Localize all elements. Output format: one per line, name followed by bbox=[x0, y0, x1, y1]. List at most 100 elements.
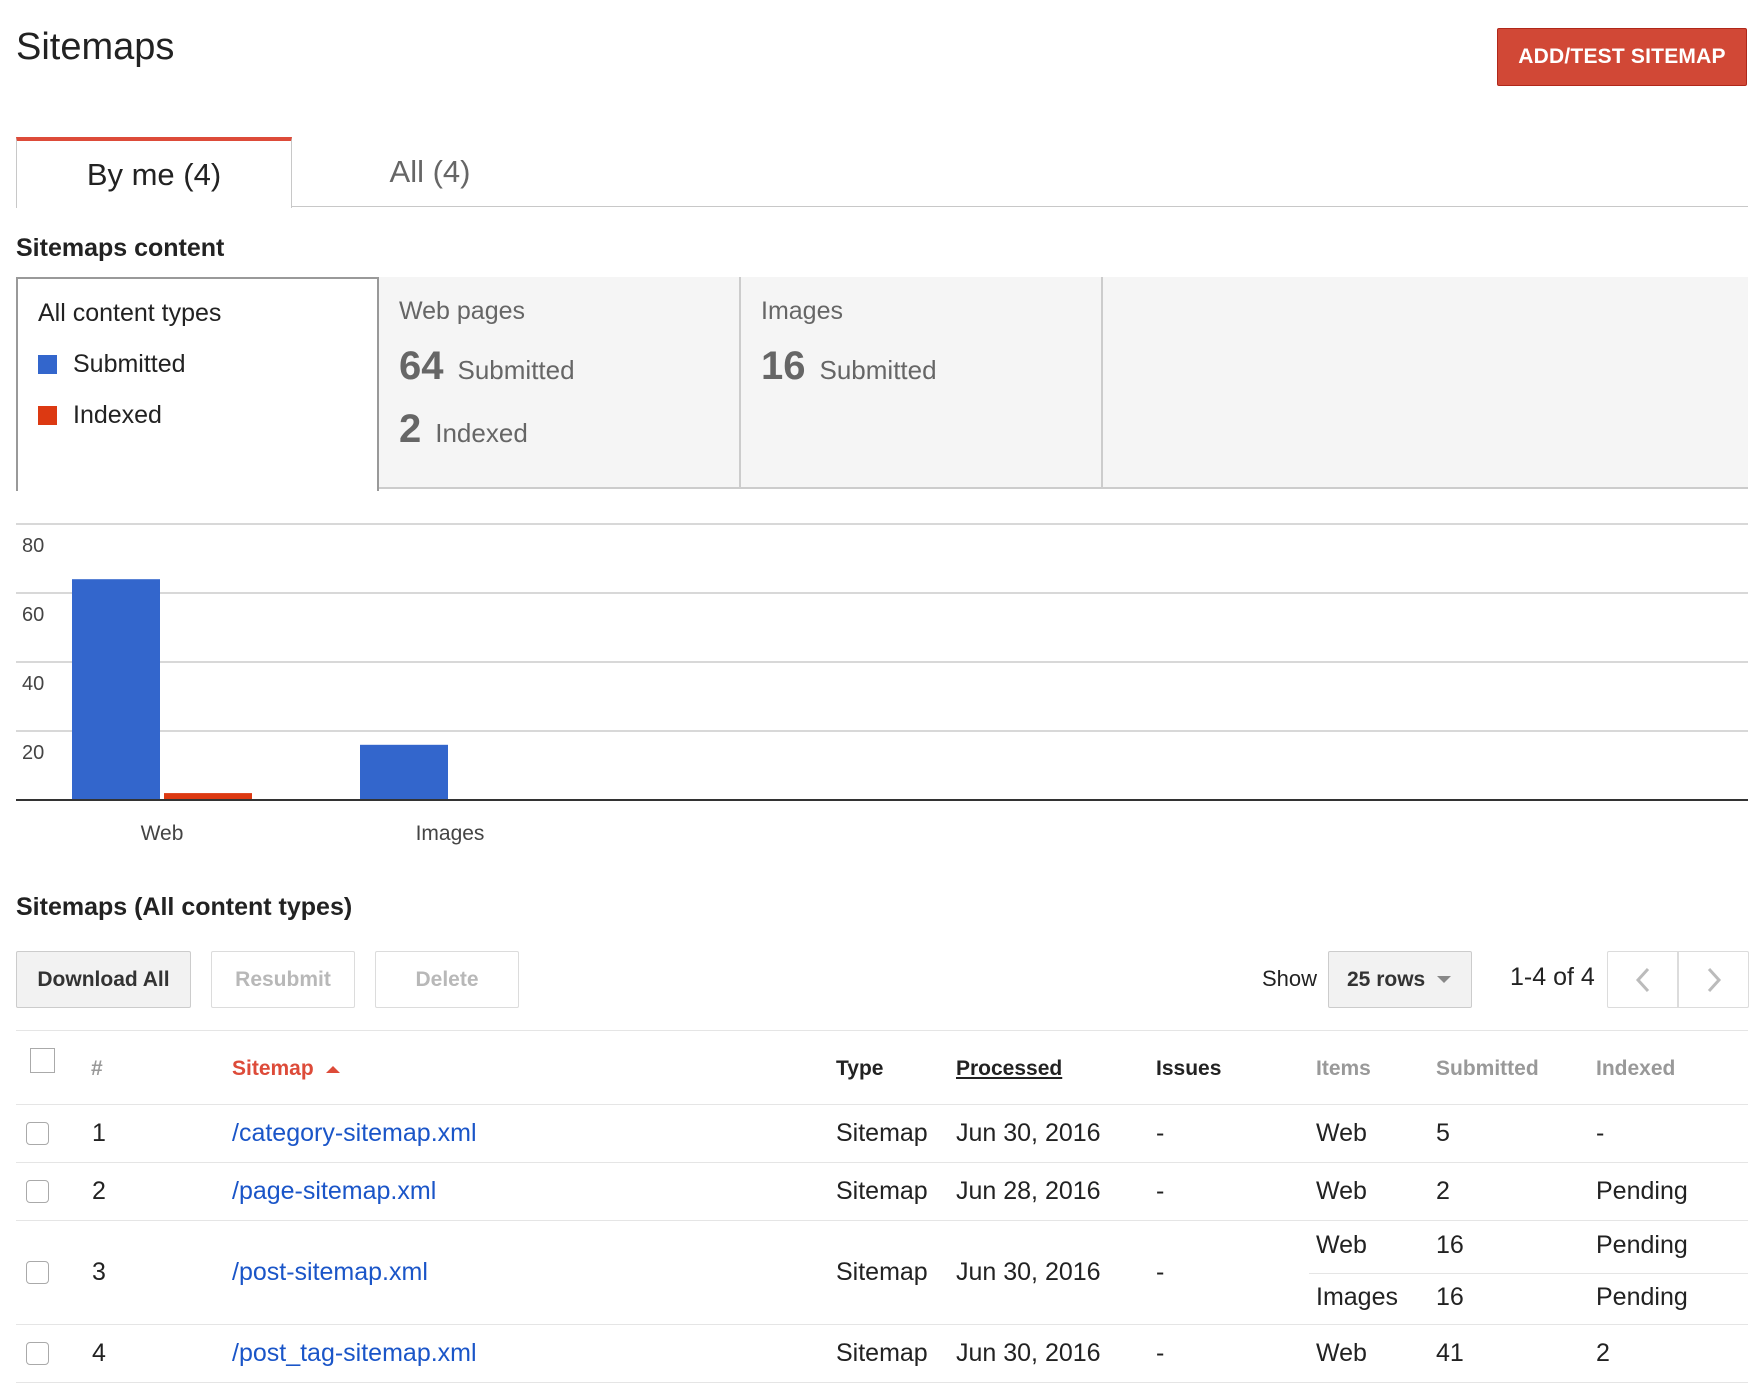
row-item-type: Images bbox=[1316, 1283, 1398, 1311]
indexed-swatch-icon bbox=[38, 406, 57, 425]
table-row: 4/post_tag-sitemap.xml Sitemap Jun 30, 201… bbox=[16, 1325, 1748, 1383]
rows-per-page-select[interactable]: 25 rows bbox=[1328, 951, 1472, 1008]
row-type: Sitemap bbox=[836, 1177, 928, 1205]
previous-page-button[interactable] bbox=[1607, 951, 1678, 1008]
table-row: 2/page-sitemap.xml Sitemap Jun 28, 2016 - We… bbox=[16, 1163, 1748, 1221]
bar-submitted-web bbox=[72, 579, 160, 800]
row-issues: - bbox=[1156, 1177, 1165, 1205]
y-tick-label: 40 bbox=[22, 673, 44, 695]
web-indexed-count: 2 bbox=[399, 407, 422, 451]
images-submitted-label: Submitted bbox=[819, 355, 937, 385]
card-images-title: Images bbox=[761, 297, 843, 325]
sitemap-link[interactable]: /post_tag-sitemap.xml bbox=[232, 1339, 477, 1368]
row-issues: - bbox=[1156, 1258, 1165, 1286]
row-type: Sitemap bbox=[836, 1339, 928, 1367]
card-all-title: All content types bbox=[38, 299, 222, 327]
col-type[interactable]: Type bbox=[836, 1057, 883, 1081]
legend-indexed-label: Indexed bbox=[73, 401, 162, 429]
submitted-swatch-icon bbox=[38, 355, 57, 374]
col-items: Items bbox=[1316, 1057, 1371, 1080]
col-indexed: Indexed bbox=[1596, 1057, 1676, 1080]
sitemap-link[interactable]: /category-sitemap.xml bbox=[232, 1119, 477, 1148]
row-indexed-status: Pending bbox=[1596, 1177, 1688, 1205]
card-web-title: Web pages bbox=[399, 297, 526, 325]
card-images[interactable]: Images 16 Submitted bbox=[741, 277, 1103, 489]
sort-ascending-icon bbox=[325, 1065, 340, 1073]
row-processed-date: Jun 30, 2016 bbox=[956, 1258, 1101, 1286]
table-body: 1/category-sitemap.xml Sitemap Jun 30, 201… bbox=[16, 1105, 1748, 1383]
col-sitemap[interactable]: Sitemap bbox=[232, 1057, 340, 1081]
bar-submitted-images bbox=[360, 744, 448, 800]
row-submitted-count: 16 bbox=[1436, 1283, 1464, 1311]
images-submitted-count: 16 bbox=[761, 344, 806, 388]
web-submitted-count: 64 bbox=[399, 344, 444, 388]
row-type: Sitemap bbox=[836, 1258, 928, 1286]
web-submitted-stat: 64 Submitted bbox=[399, 344, 719, 389]
delete-button[interactable]: Delete bbox=[375, 951, 519, 1008]
sitemaps-content-heading: Sitemaps content bbox=[16, 234, 225, 262]
chevron-down-icon bbox=[1437, 976, 1452, 983]
row-type: Sitemap bbox=[836, 1119, 928, 1147]
row-issues: - bbox=[1156, 1339, 1165, 1367]
row-submitted-count: 41 bbox=[1436, 1339, 1464, 1367]
x-tick-label: Images bbox=[416, 822, 485, 845]
col-processed[interactable]: Processed bbox=[956, 1057, 1062, 1081]
row-checkbox[interactable] bbox=[26, 1180, 49, 1203]
row-submitted-count: 2 bbox=[1436, 1177, 1450, 1205]
row-processed-date: Jun 30, 2016 bbox=[956, 1119, 1101, 1147]
row-number: 1 bbox=[92, 1119, 106, 1147]
page-title: Sitemaps bbox=[16, 26, 175, 68]
resubmit-button[interactable]: Resubmit bbox=[211, 951, 355, 1008]
row-indexed-status: Pending bbox=[1596, 1231, 1688, 1259]
legend-submitted: Submitted bbox=[38, 350, 357, 379]
web-indexed-stat: 2 Indexed bbox=[399, 407, 719, 452]
y-tick-label: 20 bbox=[22, 742, 44, 764]
row-submitted-count: 16 bbox=[1436, 1231, 1464, 1259]
row-item-type: Web bbox=[1316, 1177, 1367, 1205]
row-checkbox[interactable] bbox=[26, 1122, 49, 1145]
row-item-type: Web bbox=[1316, 1231, 1367, 1259]
row-item-type: Web bbox=[1316, 1119, 1367, 1147]
show-rows-label: Show bbox=[1262, 966, 1318, 991]
images-submitted-stat: 16 Submitted bbox=[761, 344, 1081, 389]
row-item-type: Web bbox=[1316, 1339, 1367, 1367]
row-checkbox[interactable] bbox=[26, 1261, 49, 1284]
download-all-button[interactable]: Download All bbox=[16, 951, 191, 1008]
row-number: 3 bbox=[92, 1258, 106, 1286]
row-indexed-status: - bbox=[1596, 1119, 1605, 1147]
tab-all[interactable]: All (4) bbox=[292, 137, 568, 207]
col-submitted: Submitted bbox=[1436, 1057, 1539, 1080]
row-checkbox[interactable] bbox=[26, 1342, 49, 1365]
row-processed-date: Jun 28, 2016 bbox=[956, 1177, 1101, 1205]
card-web-pages[interactable]: Web pages 64 Submitted 2 Indexed bbox=[379, 277, 741, 489]
page-range: 1-4 of 4 bbox=[1510, 963, 1595, 991]
table-header: # Sitemap Type Processed Issues Items Su… bbox=[16, 1030, 1748, 1105]
col-num: # bbox=[91, 1057, 103, 1080]
row-indexed-status: 2 bbox=[1596, 1339, 1610, 1367]
select-all-checkbox[interactable] bbox=[30, 1048, 55, 1073]
row-number: 4 bbox=[92, 1339, 106, 1367]
content-type-panel: All content types Submitted Indexed Web … bbox=[16, 277, 1748, 491]
table-row: 1/category-sitemap.xml Sitemap Jun 30, 201… bbox=[16, 1105, 1748, 1163]
col-issues[interactable]: Issues bbox=[1156, 1057, 1221, 1081]
legend-submitted-label: Submitted bbox=[73, 350, 186, 378]
sub-row-divider bbox=[1309, 1273, 1748, 1274]
sitemap-link[interactable]: /post-sitemap.xml bbox=[232, 1258, 428, 1287]
row-issues: - bbox=[1156, 1119, 1165, 1147]
next-page-button[interactable] bbox=[1678, 951, 1749, 1008]
sitemaps-table-heading: Sitemaps (All content types) bbox=[16, 893, 353, 921]
tab-by-me[interactable]: By me (4) bbox=[16, 137, 292, 208]
row-processed-date: Jun 30, 2016 bbox=[956, 1339, 1101, 1367]
chevron-right-icon bbox=[1707, 967, 1721, 992]
x-tick-label: Web bbox=[141, 822, 184, 845]
web-submitted-label: Submitted bbox=[457, 355, 575, 385]
web-indexed-label: Indexed bbox=[435, 418, 528, 448]
sitemap-link[interactable]: /page-sitemap.xml bbox=[232, 1177, 436, 1206]
sitemaps-table: # Sitemap Type Processed Issues Items Su… bbox=[16, 1030, 1748, 1383]
row-number: 2 bbox=[92, 1177, 106, 1205]
add-test-sitemap-button[interactable]: ADD/TEST SITEMAP bbox=[1497, 28, 1747, 86]
y-tick-label: 60 bbox=[22, 604, 44, 626]
rows-per-page-value: 25 rows bbox=[1347, 967, 1426, 991]
card-all-content-types[interactable]: All content types Submitted Indexed bbox=[16, 277, 379, 491]
y-tick-label: 80 bbox=[22, 535, 44, 557]
